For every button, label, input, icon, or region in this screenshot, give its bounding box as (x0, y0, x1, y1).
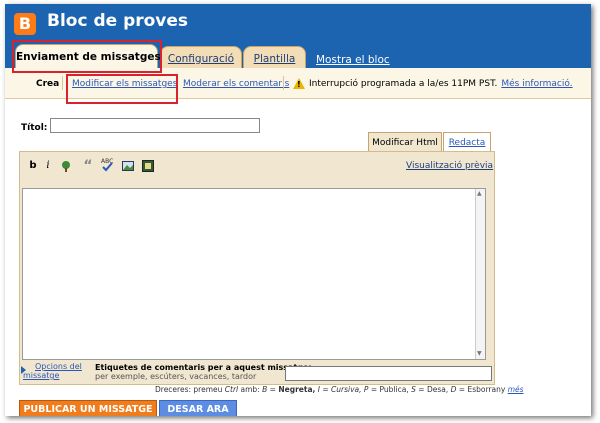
shortcut-eq: = (269, 385, 276, 394)
warning-icon: ! (293, 78, 305, 89)
highlight-box-posting-tab (12, 40, 162, 73)
italic-button[interactable]: i (42, 160, 54, 172)
shortcut-b-label: Negreta, (278, 385, 316, 394)
shortcut-s-label: Desa, (426, 385, 449, 394)
subnav-divider (283, 76, 284, 90)
labels-title: Etiquetes de comentaris per a aquest mis… (95, 363, 312, 372)
shortcut-s-key: S (411, 385, 416, 394)
tab-template[interactable]: Plantilla (243, 46, 306, 69)
post-options-link[interactable]: Opcions del missatge (23, 362, 83, 380)
shortcut-i-key: I (317, 385, 320, 394)
shortcut-with: amb: (240, 385, 260, 394)
scroll-up-icon[interactable]: ▲ (477, 190, 482, 198)
bold-button[interactable]: b (27, 160, 39, 172)
tab-edit-html[interactable]: Modificar Html (368, 132, 442, 152)
shortcut-b-key: B (262, 385, 268, 394)
blogger-logo-icon: B (14, 13, 36, 35)
post-title-input[interactable] (50, 118, 260, 133)
image-icon[interactable] (122, 160, 134, 172)
notice-text: Interrupció programada a la/es 11PM PST. (309, 79, 498, 89)
editor-scrollbar[interactable]: ▲ ▼ (475, 189, 485, 359)
maintenance-notice: Interrupció programada a la/es 11PM PST.… (309, 79, 573, 89)
shortcut-eq: = (418, 385, 425, 394)
app-window: B Bloc de proves Enviament de missatges … (5, 4, 591, 416)
shortcut-i-label: Cursiva, (331, 385, 362, 394)
shortcut-ctrl: Ctrl (224, 385, 239, 394)
highlight-box-edit-posts (66, 74, 178, 104)
shortcut-d-key: D (450, 385, 457, 394)
tab-settings[interactable]: Configuració (160, 46, 242, 69)
blog-title: Bloc de proves (47, 11, 189, 31)
shortcut-eq: = (458, 385, 466, 394)
shortcut-prefix: Dreceres: premeu (155, 385, 223, 394)
shortcut-eq: = (370, 385, 378, 394)
preview-link[interactable]: Visualització prèvia (406, 161, 493, 171)
subnav-divider (62, 76, 63, 90)
tab-compose[interactable]: Redacta (443, 132, 491, 152)
post-editor: b i “ ABC Visualització prèvia ▲ ▼ Opcio… (19, 151, 495, 385)
post-body-textarea[interactable]: ▲ ▼ (22, 188, 486, 360)
scroll-down-icon[interactable]: ▼ (477, 350, 482, 358)
keyboard-shortcuts-hint: Dreceres: premeu Ctrl amb: B = Negreta, … (155, 385, 524, 394)
link-icon[interactable] (60, 160, 72, 172)
labels-input[interactable] (285, 366, 492, 381)
shortcut-eq: = (322, 385, 329, 394)
shortcut-p-label: Publica, (379, 385, 409, 394)
subnav-moderate-comments[interactable]: Moderar els comentaris (183, 79, 289, 89)
video-icon[interactable] (142, 160, 154, 172)
view-blog-link[interactable]: Mostra el bloc (316, 54, 390, 66)
shortcut-d-label: Esborrany (467, 385, 506, 394)
post-title-label: Títol: (21, 123, 48, 133)
publish-post-button[interactable]: PUBLICAR UN MISSATGE (19, 400, 157, 416)
labels-hint: per exemple, escúters, vacances, tardor (95, 372, 257, 381)
spellcheck-icon[interactable]: ABC (101, 158, 113, 172)
subnav-create[interactable]: Crea (36, 79, 59, 89)
shortcuts-more-link[interactable]: més (508, 385, 524, 394)
shortcut-p-key: P (363, 385, 369, 394)
save-now-button[interactable]: DESAR ARA (159, 400, 237, 416)
blockquote-button[interactable]: “ (82, 159, 94, 173)
more-info-link[interactable]: Més informació. (501, 79, 572, 89)
